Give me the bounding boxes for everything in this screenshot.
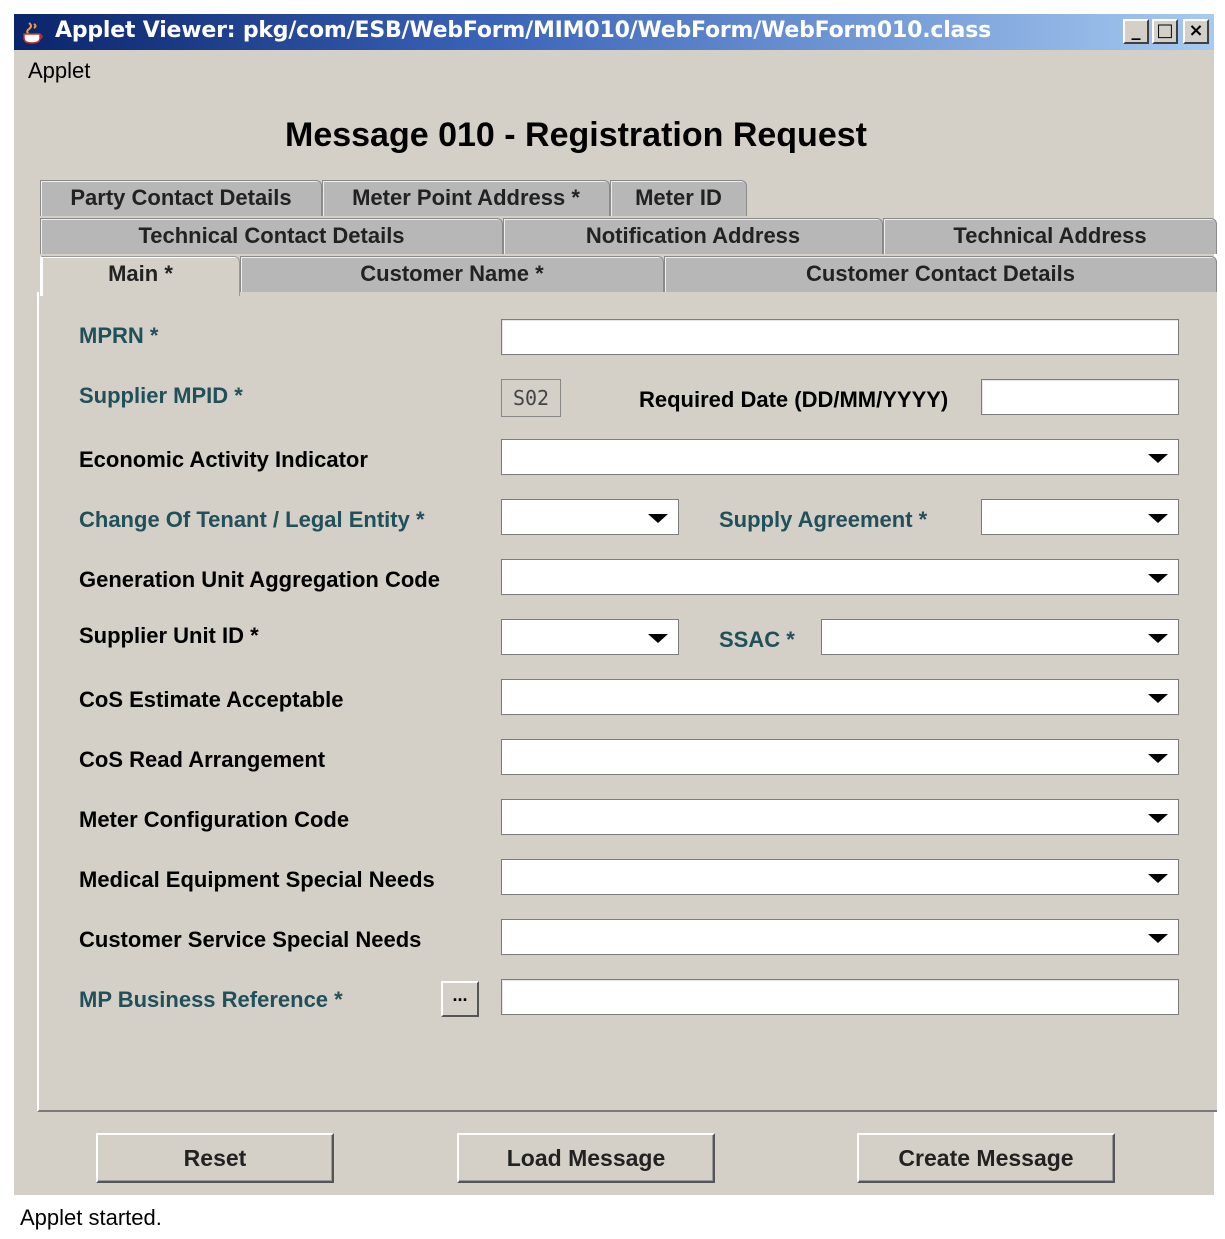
window-title: Applet Viewer: pkg/com/ESB/WebForm/MIM01… (55, 18, 991, 43)
cos-estimate-select[interactable] (501, 679, 1179, 715)
cos-read-label: CoS Read Arrangement (79, 747, 326, 772)
menu-applet[interactable]: Applet (28, 58, 90, 84)
generation-unit-select[interactable] (501, 559, 1179, 595)
ssac-select[interactable] (821, 619, 1179, 655)
tab-customer-name[interactable]: Customer Name * (240, 256, 664, 292)
meter-config-label: Meter Configuration Code (79, 807, 350, 832)
supplier-mpid-label: Supplier MPID * (79, 383, 243, 408)
generation-unit-label: Generation Unit Aggregation Code (79, 567, 440, 592)
chevron-down-icon (648, 514, 668, 523)
meter-config-select[interactable] (501, 799, 1179, 835)
chevron-down-icon (1148, 454, 1168, 463)
chevron-down-icon (1148, 754, 1168, 763)
supply-agreement-select[interactable] (981, 499, 1179, 535)
tab-party-contact-details[interactable]: Party Contact Details (40, 180, 322, 216)
required-date-label: Required Date (DD/MM/YYYY) (639, 387, 949, 412)
load-message-button[interactable]: Load Message (457, 1133, 715, 1183)
mprn-label: MPRN * (79, 323, 159, 348)
chevron-down-icon (1148, 634, 1168, 643)
tab-main[interactable]: Main * (40, 256, 240, 296)
customer-service-label: Customer Service Special Needs (79, 927, 422, 952)
maximize-button[interactable]: □ (1152, 19, 1178, 44)
minimize-button[interactable]: _ (1123, 19, 1149, 44)
required-date-input[interactable] (981, 379, 1179, 415)
status-text: Applet started. (20, 1205, 162, 1230)
supplier-unit-id-label: Supplier Unit ID * (79, 623, 259, 648)
mp-business-ref-input[interactable] (501, 979, 1179, 1015)
supply-agreement-label: Supply Agreement * (719, 507, 928, 532)
chevron-down-icon (1148, 814, 1168, 823)
cos-read-select[interactable] (501, 739, 1179, 775)
create-message-button[interactable]: Create Message (857, 1133, 1115, 1183)
tab-customer-contact-details[interactable]: Customer Contact Details (664, 256, 1217, 292)
chevron-down-icon (1148, 934, 1168, 943)
maximize-icon: □ (1156, 20, 1174, 41)
mprn-input[interactable] (501, 319, 1179, 355)
medical-equipment-select[interactable] (501, 859, 1179, 895)
tab-meter-point-address[interactable]: Meter Point Address * (322, 180, 610, 216)
ssac-label: SSAC * (719, 627, 795, 652)
change-of-tenant-select[interactable] (501, 499, 679, 535)
chevron-down-icon (1148, 574, 1168, 583)
minimize-icon: _ (1131, 20, 1141, 41)
tab-notification-address[interactable]: Notification Address (503, 218, 883, 254)
economic-activity-label: Economic Activity Indicator (79, 447, 368, 472)
change-of-tenant-label: Change Of Tenant / Legal Entity * (79, 507, 425, 532)
tab-technical-contact-details[interactable]: Technical Contact Details (40, 218, 503, 254)
reset-button[interactable]: Reset (96, 1133, 334, 1183)
customer-service-select[interactable] (501, 919, 1179, 955)
status-bar (14, 1195, 1214, 1239)
tab-meter-id[interactable]: Meter ID (610, 180, 747, 216)
tab-technical-address[interactable]: Technical Address (883, 218, 1217, 254)
chevron-down-icon (1148, 694, 1168, 703)
browse-button[interactable]: ... (441, 981, 479, 1017)
java-cup-icon (20, 20, 46, 46)
mp-business-ref-label: MP Business Reference * (79, 987, 343, 1012)
chevron-down-icon (1148, 874, 1168, 883)
close-icon: × (1188, 20, 1204, 41)
supplier-unit-id-select[interactable] (501, 619, 679, 655)
chevron-down-icon (1148, 514, 1168, 523)
economic-activity-select[interactable] (501, 439, 1179, 475)
close-button[interactable]: × (1183, 19, 1209, 44)
supplier-mpid-field: S02 (501, 379, 561, 417)
medical-equipment-label: Medical Equipment Special Needs (79, 867, 435, 892)
cos-estimate-label: CoS Estimate Acceptable (79, 687, 344, 712)
chevron-down-icon (648, 634, 668, 643)
form-title: Message 010 - Registration Request (285, 116, 867, 154)
